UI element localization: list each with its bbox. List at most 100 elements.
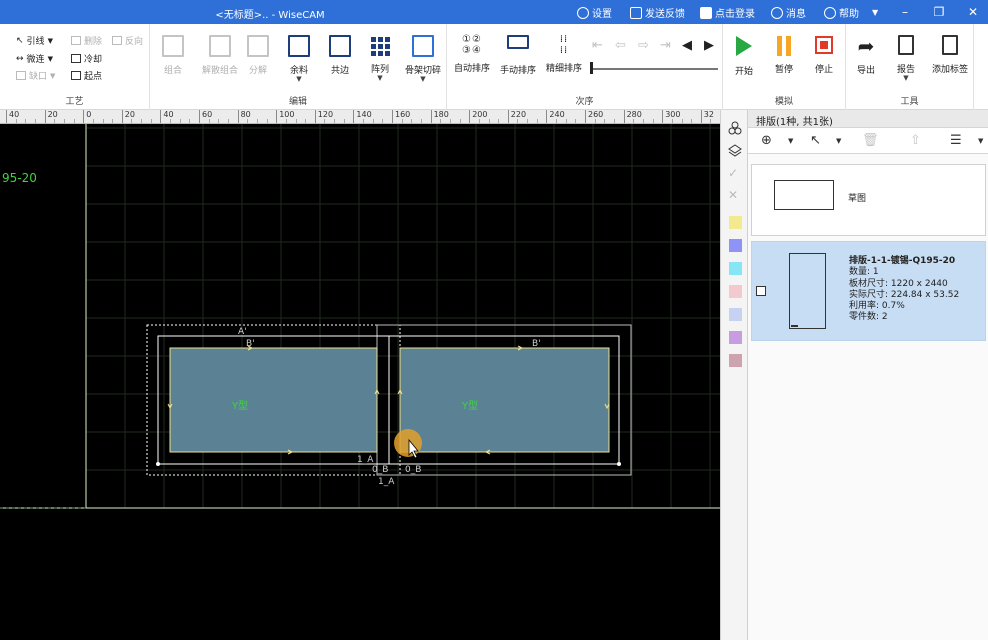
- ruler-minor-tick: [478, 119, 480, 123]
- horizontal-ruler: 40 20 0 20 40 60 80 100 120 140 160 180 200 220 240 260…: [0, 110, 720, 124]
- step-back-icon[interactable]: ◀: [682, 38, 692, 53]
- chevron-down-icon: ▼: [872, 8, 879, 17]
- part-label-left: Y型: [231, 399, 248, 412]
- nest-card[interactable]: 排版-1-1-镀锡-Q195-20 数量: 1 板材尺寸: 1220 x 244…: [751, 241, 986, 341]
- ruler-minor-tick: [227, 119, 229, 123]
- microconnect-button[interactable]: ↔ 微连 ▼: [16, 52, 53, 66]
- group-order: ①② ③④ 自动排序 手动排序 ⁞⁞ ⁞⁞ 精细排序 次序: [447, 24, 723, 110]
- check-icon[interactable]: ✓: [728, 166, 742, 180]
- auto-sort-button[interactable]: ①② ③④ 自动排序: [449, 32, 495, 88]
- minimize-button[interactable]: –: [890, 0, 920, 24]
- add-icon[interactable]: ⊕: [761, 133, 772, 148]
- pointer-icon[interactable]: ↖: [810, 133, 821, 148]
- settings-button[interactable]: 设置: [577, 5, 612, 20]
- send-icon: [630, 6, 642, 19]
- layer-color-swatch[interactable]: [729, 331, 742, 344]
- order-slider-thumb[interactable]: [590, 62, 593, 74]
- cursor-highlight: [394, 429, 422, 457]
- play-icon: [736, 36, 752, 56]
- sketch-card[interactable]: 草图: [751, 164, 986, 236]
- uncombine-icon: [209, 35, 231, 57]
- skeleton-cut-button[interactable]: 骨架切碎 ▼: [399, 32, 447, 88]
- add-tag-button[interactable]: 添加标签: [926, 32, 974, 88]
- group-tools: ➦ 导出 报告 ▼ 添加标签 工具: [846, 24, 974, 110]
- sheet-name-label: 95-20: [2, 171, 37, 185]
- settings-label: 设置: [592, 9, 612, 20]
- corner-dot-right: [617, 462, 621, 466]
- first-step-icon[interactable]: ⇤: [592, 38, 603, 53]
- layers-icon[interactable]: [728, 143, 742, 157]
- fine-sort-button[interactable]: ⁞⁞ ⁞⁞ 精细排序: [541, 32, 587, 88]
- upload-icon[interactable]: ⇧: [910, 133, 921, 148]
- feedback-button[interactable]: 发送反馈: [630, 5, 685, 20]
- layer-color-swatch[interactable]: [729, 262, 742, 275]
- last-step-icon[interactable]: ⇥: [660, 38, 671, 53]
- login-button[interactable]: 点击登录: [700, 5, 755, 20]
- chevron-down-icon: ▼: [47, 36, 53, 45]
- close-button[interactable]: ✕: [958, 0, 988, 24]
- sort-icon[interactable]: ☰: [950, 133, 962, 148]
- chevron-down-icon: ▼: [47, 54, 53, 63]
- stop-button[interactable]: 停止: [801, 32, 847, 88]
- help-button[interactable]: 帮助 ▼: [824, 5, 878, 20]
- cross-icon[interactable]: ✕: [728, 188, 742, 202]
- ruler-tick-label: 60: [199, 110, 212, 123]
- messages-button[interactable]: 消息: [771, 5, 806, 20]
- nest-count: 数量: 1: [849, 267, 879, 278]
- group-label-tools: 工具: [900, 97, 919, 107]
- lead-button[interactable]: ↖ 引线 ▼: [16, 34, 53, 48]
- chevron-down-icon[interactable]: ▼: [836, 137, 841, 145]
- layer-color-swatch[interactable]: [729, 308, 742, 321]
- part-left: [169, 347, 378, 453]
- pause-icon: [777, 36, 791, 56]
- chevron-down-icon[interactable]: ▼: [978, 137, 983, 145]
- step-forward-icon[interactable]: ▶: [704, 38, 714, 53]
- ruler-minor-tick: [73, 119, 75, 123]
- notch-button[interactable]: 缺口 ▼: [16, 69, 55, 82]
- combine-button[interactable]: 组合: [150, 32, 196, 88]
- maximize-button[interactable]: ❐: [924, 0, 954, 24]
- notch-icon: [16, 71, 26, 80]
- array-button[interactable]: 阵列 ▼: [357, 32, 403, 88]
- combine-icon: [162, 35, 184, 57]
- layer-color-swatch[interactable]: [729, 216, 742, 229]
- drawing-canvas[interactable]: Y型 Y型 A' B' B' 1_A 0_B 1_A 0_B 95-20: [0, 124, 720, 640]
- ruler-minor-tick: [54, 119, 56, 123]
- start-point-button[interactable]: 起点: [71, 69, 102, 82]
- prev-step-icon[interactable]: ⇦: [615, 38, 626, 53]
- manual-sort-button[interactable]: 手动排序: [495, 32, 541, 88]
- trash-icon[interactable]: 🗑: [862, 133, 879, 148]
- shapes-icon[interactable]: [728, 121, 742, 135]
- layer-color-swatch[interactable]: [729, 285, 742, 298]
- fine-sort-icon: ⁞⁞ ⁞⁞: [559, 34, 569, 56]
- annotation-b-right: B': [532, 339, 541, 349]
- ruler-minor-tick: [179, 119, 181, 123]
- report-button[interactable]: 报告 ▼: [883, 32, 929, 88]
- group-craft: ↖ 引线 ▼ 删除 反向 ↔ 微连 ▼ 冷却 缺口 ▼ 起点 工艺: [0, 24, 150, 110]
- reverse-button[interactable]: 反向: [112, 34, 143, 47]
- ruler-minor-tick: [681, 119, 683, 123]
- sketch-thumbnail: [774, 180, 834, 210]
- nest-title: 排版-1-1-镀锡-Q195-20: [849, 256, 956, 266]
- group-label-simulate: 模拟: [774, 97, 793, 107]
- ruler-minor-tick: [517, 119, 519, 123]
- nest-checkbox[interactable]: [756, 286, 766, 296]
- layer-color-swatch[interactable]: [729, 354, 742, 367]
- delete-button[interactable]: 删除: [71, 34, 102, 47]
- nest-sheet-size: 板材尺寸: 1220 x 2440: [849, 278, 948, 289]
- cooling-button[interactable]: 冷却: [71, 52, 102, 65]
- ruler-minor-tick: [295, 119, 297, 123]
- user-icon: [700, 6, 712, 19]
- ruler-minor-tick: [256, 119, 258, 123]
- order-slider-track[interactable]: [590, 68, 718, 70]
- annotation-1a-mid: 1_A: [357, 455, 374, 465]
- next-step-icon[interactable]: ⇨: [638, 38, 649, 53]
- explode-button[interactable]: 分解: [235, 32, 281, 88]
- remnant-button[interactable]: 余料 ▼: [276, 32, 322, 88]
- layer-color-swatch[interactable]: [729, 239, 742, 252]
- messages-label: 消息: [786, 9, 806, 20]
- chevron-down-icon[interactable]: ▼: [788, 137, 793, 145]
- ruler-minor-tick: [556, 119, 558, 123]
- ruler-minor-tick: [691, 119, 693, 123]
- group-label-edit: 编辑: [288, 97, 307, 107]
